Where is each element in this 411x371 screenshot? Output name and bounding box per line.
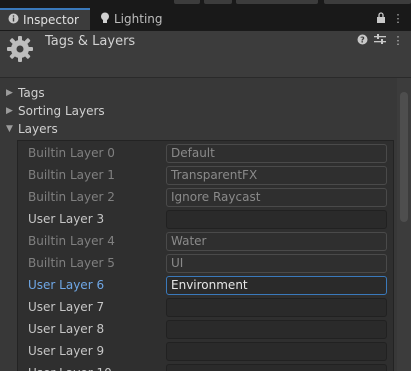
layer-row-8: User Layer 8: [18, 318, 393, 340]
layer-name-field[interactable]: [166, 342, 387, 361]
layer-row-9: User Layer 9: [18, 340, 393, 362]
gear-icon: [5, 34, 35, 64]
page-title: Tags & Layers: [45, 34, 136, 49]
toolbar-dropdown[interactable]: [324, 0, 411, 4]
layer-label: Builtin Layer 5: [28, 256, 115, 270]
chevron-right-icon: ▶: [6, 106, 13, 116]
inspector-body: ▶ Tags ▶ Sorting Layers ▼ Layers Builtin…: [0, 78, 411, 371]
vertical-scrollbar[interactable]: [397, 78, 411, 371]
lightbulb-icon: [100, 12, 110, 27]
kebab-menu-icon[interactable]: ⋮: [391, 34, 405, 48]
layer-name-field: UI: [166, 254, 387, 273]
preset-sliders-icon[interactable]: [373, 34, 387, 48]
foldout-tags[interactable]: ▶ Tags: [0, 84, 45, 102]
foldout-label: Layers: [18, 122, 58, 136]
layer-row-5: Builtin Layer 5 UI: [18, 252, 393, 274]
layer-name-field[interactable]: [166, 298, 387, 317]
kebab-menu-icon[interactable]: ⋮: [391, 12, 405, 26]
layer-row-7: User Layer 7: [18, 296, 393, 318]
layer-label: User Layer 6: [28, 278, 105, 292]
layer-label: Builtin Layer 4: [28, 234, 115, 248]
toolbar-button[interactable]: [204, 0, 232, 4]
layer-name-field[interactable]: [166, 210, 387, 229]
layer-name-field[interactable]: [166, 320, 387, 339]
inspector-window: Inspector Lighting ⋮ Tags & Layers ? ⋮ ▶…: [0, 0, 411, 371]
layer-row-0: Builtin Layer 0 Default: [18, 142, 393, 164]
foldout-label: Sorting Layers: [18, 104, 105, 118]
layer-label: User Layer 8: [28, 322, 105, 336]
layers-list: Builtin Layer 0 Default Builtin Layer 1 …: [17, 140, 394, 371]
layer-label: Builtin Layer 0: [28, 146, 115, 160]
layer-row-10: User Layer 10: [18, 362, 393, 371]
svg-text:?: ?: [360, 36, 365, 45]
help-icon[interactable]: ?: [355, 34, 369, 48]
lock-icon[interactable]: [374, 12, 388, 26]
layer-label: User Layer 7: [28, 300, 105, 314]
tab-label: Lighting: [114, 12, 163, 26]
scrollbar-thumb[interactable]: [400, 92, 408, 222]
tab-label: Inspector: [23, 13, 79, 27]
tab-bar: Inspector Lighting ⋮: [0, 8, 411, 31]
chevron-down-icon: ▼: [6, 124, 13, 134]
layer-row-2: Builtin Layer 2 Ignore Raycast: [18, 186, 393, 208]
layer-name-field[interactable]: Environment: [166, 276, 387, 295]
layer-row-1: Builtin Layer 1 TransparentFX: [18, 164, 393, 186]
layer-row-4: Builtin Layer 4 Water: [18, 230, 393, 252]
layer-name-field: Ignore Raycast: [166, 188, 387, 207]
toolbar-button[interactable]: [174, 0, 200, 4]
editor-toolbar-strip: [0, 0, 411, 8]
foldout-sorting-layers[interactable]: ▶ Sorting Layers: [0, 102, 105, 120]
inspector-header: Tags & Layers ? ⋮: [0, 31, 411, 78]
layer-label: User Layer 3: [28, 212, 105, 226]
chevron-right-icon: ▶: [6, 88, 13, 98]
layer-name-field: TransparentFX: [166, 166, 387, 185]
layer-name-field: Default: [166, 144, 387, 163]
layer-label: User Layer 10: [28, 362, 112, 371]
layer-name-field[interactable]: [166, 364, 387, 371]
tab-lighting[interactable]: Lighting: [100, 8, 180, 30]
layer-row-6: User Layer 6 Environment: [18, 274, 393, 296]
layer-label: Builtin Layer 1: [28, 168, 115, 182]
tab-inspector[interactable]: Inspector: [0, 8, 90, 30]
layer-row-3: User Layer 3: [18, 208, 393, 230]
layer-name-field: Water: [166, 232, 387, 251]
layer-label: User Layer 9: [28, 344, 105, 358]
info-icon: [8, 13, 19, 27]
toolbar-dropdown[interactable]: [236, 0, 318, 4]
foldout-layers[interactable]: ▼ Layers: [0, 120, 58, 138]
layer-label: Builtin Layer 2: [28, 190, 115, 204]
foldout-label: Tags: [18, 86, 45, 100]
